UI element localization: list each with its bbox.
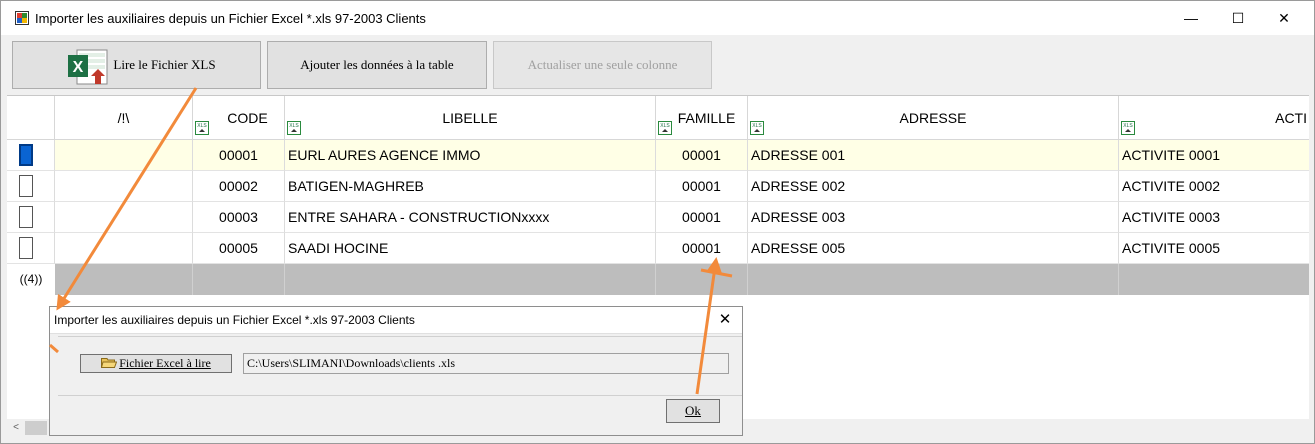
app-icon xyxy=(15,11,29,25)
choose-excel-file-button[interactable]: Fichier Excel à lire xyxy=(80,354,232,373)
column-header-adresse[interactable]: XLS ADRESSE xyxy=(748,96,1119,140)
column-header-code-label: CODE xyxy=(227,110,268,126)
cell-activite[interactable]: ACTIVITE 0005 xyxy=(1119,233,1309,264)
excel-file-icon: X xyxy=(68,49,108,85)
row-selector[interactable] xyxy=(7,171,55,202)
file-selection-group: Fichier Excel à lire C:\Users\SLIMANI\Do… xyxy=(58,336,742,396)
svg-text:XLS: XLS xyxy=(1123,123,1133,129)
column-header-activite[interactable]: XLS ACTI xyxy=(1119,96,1309,140)
summary-cell xyxy=(656,264,748,295)
column-header-flag-label: /!\ xyxy=(117,110,130,126)
cell-libelle[interactable]: ENTRE SAHARA - CONSTRUCTIONxxxx xyxy=(285,202,656,233)
dialog-title-bar[interactable]: Importer les auxiliaires depuis un Fichi… xyxy=(50,307,742,334)
title-bar[interactable]: Importer les auxiliaires depuis un Fichi… xyxy=(1,1,1314,35)
cell-famille[interactable]: 00001 xyxy=(656,233,748,264)
column-header-adresse-label: ADRESSE xyxy=(899,110,967,126)
cell-libelle[interactable]: SAADI HOCINE xyxy=(285,233,656,264)
cell-famille[interactable]: 00001 xyxy=(656,171,748,202)
column-header-activite-label: ACTI xyxy=(1275,110,1307,126)
row-selector-box[interactable] xyxy=(19,144,33,166)
minimize-button[interactable]: — xyxy=(1168,3,1214,33)
column-header-flag[interactable]: /!\ xyxy=(55,96,193,140)
cell-code[interactable]: 00002 xyxy=(193,171,285,202)
main-window: Importer les auxiliaires depuis un Fichi… xyxy=(0,0,1315,444)
dialog-close-button[interactable]: ✕ xyxy=(714,309,736,331)
cell-libelle[interactable]: EURL AURES AGENCE IMMO xyxy=(285,140,656,171)
scroll-thumb[interactable] xyxy=(25,421,47,435)
record-count: ((4)) xyxy=(7,264,55,295)
ok-button[interactable]: Ok xyxy=(666,399,720,423)
summary-cell xyxy=(193,264,285,295)
column-header-famille-label: FAMILLE xyxy=(677,110,736,126)
cell-flag[interactable] xyxy=(55,140,193,171)
cell-adresse[interactable]: ADRESSE 001 xyxy=(748,140,1119,171)
cell-famille[interactable]: 00001 xyxy=(656,140,748,171)
cell-adresse[interactable]: ADRESSE 002 xyxy=(748,171,1119,202)
row-selector-box[interactable] xyxy=(19,237,33,259)
open-folder-icon xyxy=(101,358,118,368)
xls-import-icon: XLS xyxy=(195,121,209,135)
cell-flag[interactable] xyxy=(55,171,193,202)
toolbar: X Lire le Fichier XLS Ajouter les donnée… xyxy=(1,35,1314,95)
choose-excel-file-label: Fichier Excel à lire xyxy=(119,356,211,370)
row-selector[interactable] xyxy=(7,140,55,171)
row-selector-box[interactable] xyxy=(19,206,33,228)
svg-text:XLS: XLS xyxy=(197,123,207,129)
read-xls-button[interactable]: X Lire le Fichier XLS xyxy=(12,41,261,89)
dialog-title: Importer les auxiliaires depuis un Fichi… xyxy=(54,313,415,327)
cell-code[interactable]: 00003 xyxy=(193,202,285,233)
column-header-libelle[interactable]: XLS LIBELLE xyxy=(285,96,656,140)
cell-libelle[interactable]: BATIGEN-MAGHREB xyxy=(285,171,656,202)
file-path-field[interactable]: C:\Users\SLIMANI\Downloads\clients .xls xyxy=(243,353,729,374)
maximize-button[interactable]: ☐ xyxy=(1215,3,1261,33)
cell-famille[interactable]: 00001 xyxy=(656,202,748,233)
row-selector[interactable] xyxy=(7,233,55,264)
window-title: Importer les auxiliaires depuis un Fichi… xyxy=(35,11,426,26)
cell-code[interactable]: 00005 xyxy=(193,233,285,264)
read-xls-label: Lire le Fichier XLS xyxy=(113,57,216,72)
column-header-libelle-label: LIBELLE xyxy=(442,110,498,126)
cell-flag[interactable] xyxy=(55,202,193,233)
header-row-selector xyxy=(7,96,55,140)
row-selector[interactable] xyxy=(7,202,55,233)
scroll-left-icon[interactable]: < xyxy=(9,419,23,437)
summary-cell xyxy=(285,264,656,295)
cell-flag[interactable] xyxy=(55,233,193,264)
cell-activite[interactable]: ACTIVITE 0001 xyxy=(1119,140,1309,171)
row-selector-box[interactable] xyxy=(19,175,33,197)
xls-import-icon: XLS xyxy=(1121,121,1135,135)
column-header-code[interactable]: XLS CODE xyxy=(193,96,285,140)
summary-cell xyxy=(55,264,193,295)
cell-activite[interactable]: ACTIVITE 0003 xyxy=(1119,202,1309,233)
svg-text:X: X xyxy=(73,59,84,76)
refresh-column-label: Actualiser une seule colonne xyxy=(527,57,678,72)
summary-cell xyxy=(748,264,1119,295)
refresh-column-button[interactable]: Actualiser une seule colonne xyxy=(493,41,712,89)
add-data-button[interactable]: Ajouter les données à la table xyxy=(267,41,487,89)
cell-code[interactable]: 00001 xyxy=(193,140,285,171)
summary-cell xyxy=(1119,264,1309,295)
file-dialog: Importer les auxiliaires depuis un Fichi… xyxy=(49,306,743,436)
add-data-label: Ajouter les données à la table xyxy=(300,57,454,72)
cell-adresse[interactable]: ADRESSE 005 xyxy=(748,233,1119,264)
cell-activite[interactable]: ACTIVITE 0002 xyxy=(1119,171,1309,202)
close-button[interactable]: ✕ xyxy=(1261,3,1307,33)
cell-adresse[interactable]: ADRESSE 003 xyxy=(748,202,1119,233)
column-header-famille[interactable]: XLS FAMILLE xyxy=(656,96,748,140)
